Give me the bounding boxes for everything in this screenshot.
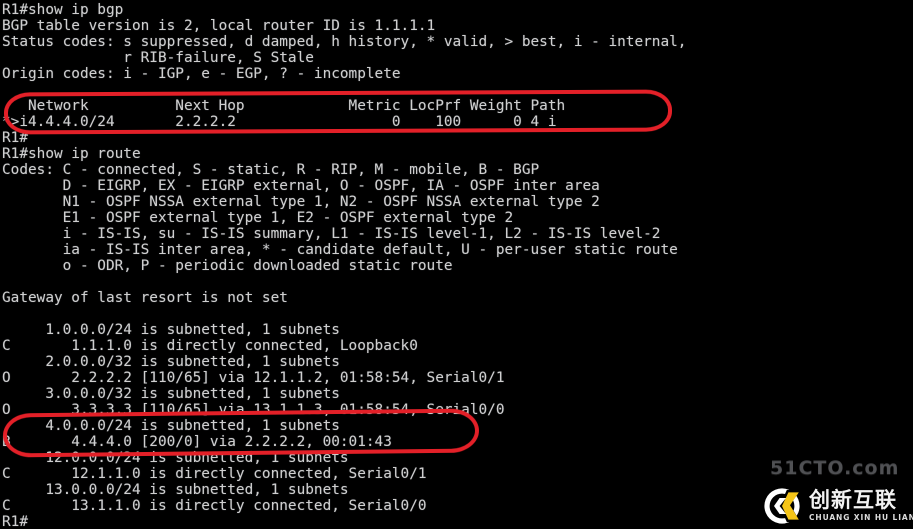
terminal-line: N1 - OSPF NSSA external type 1, N2 - OSP… [2,194,600,210]
terminal-line: i - IS-IS, su - IS-IS summary, L1 - IS-I… [2,226,661,242]
terminal-line: B 4.4.4.0 [200/0] via 2.2.2.2, 00:01:43 [2,434,392,450]
terminal-line: 1.0.0.0/24 is subnetted, 1 subnets [2,322,340,338]
terminal-line: Codes: C - connected, S - static, R - RI… [2,162,540,178]
terminal-line: Status codes: s suppressed, d damped, h … [2,34,687,50]
terminal-line: ia - IS-IS inter area, * - candidate def… [2,242,678,258]
terminal-line: 3.0.0.0/32 is subnetted, 1 subnets [2,386,340,402]
terminal-line: BGP table version is 2, local router ID … [2,18,436,34]
brand-name-pinyin: CHUANG XIN HU LIAN [809,513,913,523]
brand-logo: 创新互联 CHUANG XIN HU LIAN [762,486,913,526]
brand-text-group: 创新互联 CHUANG XIN HU LIAN [809,490,913,522]
terminal-line: O 2.2.2.2 [110/65] via 12.1.1.2, 01:58:5… [2,370,505,386]
terminal-line: 2.0.0.0/32 is subnetted, 1 subnets [2,354,340,370]
brand-mark-cx-icon [764,488,801,524]
terminal-line: E1 - OSPF external type 1, E2 - OSPF ext… [2,210,514,226]
terminal-line: 4.0.0.0/24 is subnetted, 1 subnets [2,418,340,434]
terminal-line: R1# [2,130,28,146]
terminal-line: r RIB-failure, S Stale [2,50,314,66]
terminal-line: o - ODR, P - periodic downloaded static … [2,258,453,274]
terminal-line: Origin codes: i - IGP, e - EGP, ? - inco… [2,66,401,82]
terminal-line: Network Next Hop Metric LocPrf Weight Pa… [2,98,566,114]
screenshot-root: R1#show ip bgp BGP table version is 2, lo… [0,0,913,529]
site-watermark: 51CTO.com [770,457,900,479]
terminal-line: R1#show ip route [2,146,141,162]
terminal-line: D - EIGRP, EX - EIGRP external, O - OSPF… [2,178,600,194]
terminal-console[interactable]: R1#show ip bgp BGP table version is 2, lo… [0,0,913,529]
terminal-line: R1#show ip bgp [2,2,124,18]
terminal-line: *>i4.4.4.0/24 2.2.2.2 0 100 0 4 i [2,114,557,130]
terminal-line: C 1.1.1.0 is directly connected, Loopbac… [2,338,418,354]
terminal-line: O 3.3.3.3 [110/65] via 13.1.1.3, 01:58:5… [2,402,505,418]
terminal-line: Gateway of last resort is not set [2,290,288,306]
brand-name-chinese: 创新互联 [809,488,897,513]
